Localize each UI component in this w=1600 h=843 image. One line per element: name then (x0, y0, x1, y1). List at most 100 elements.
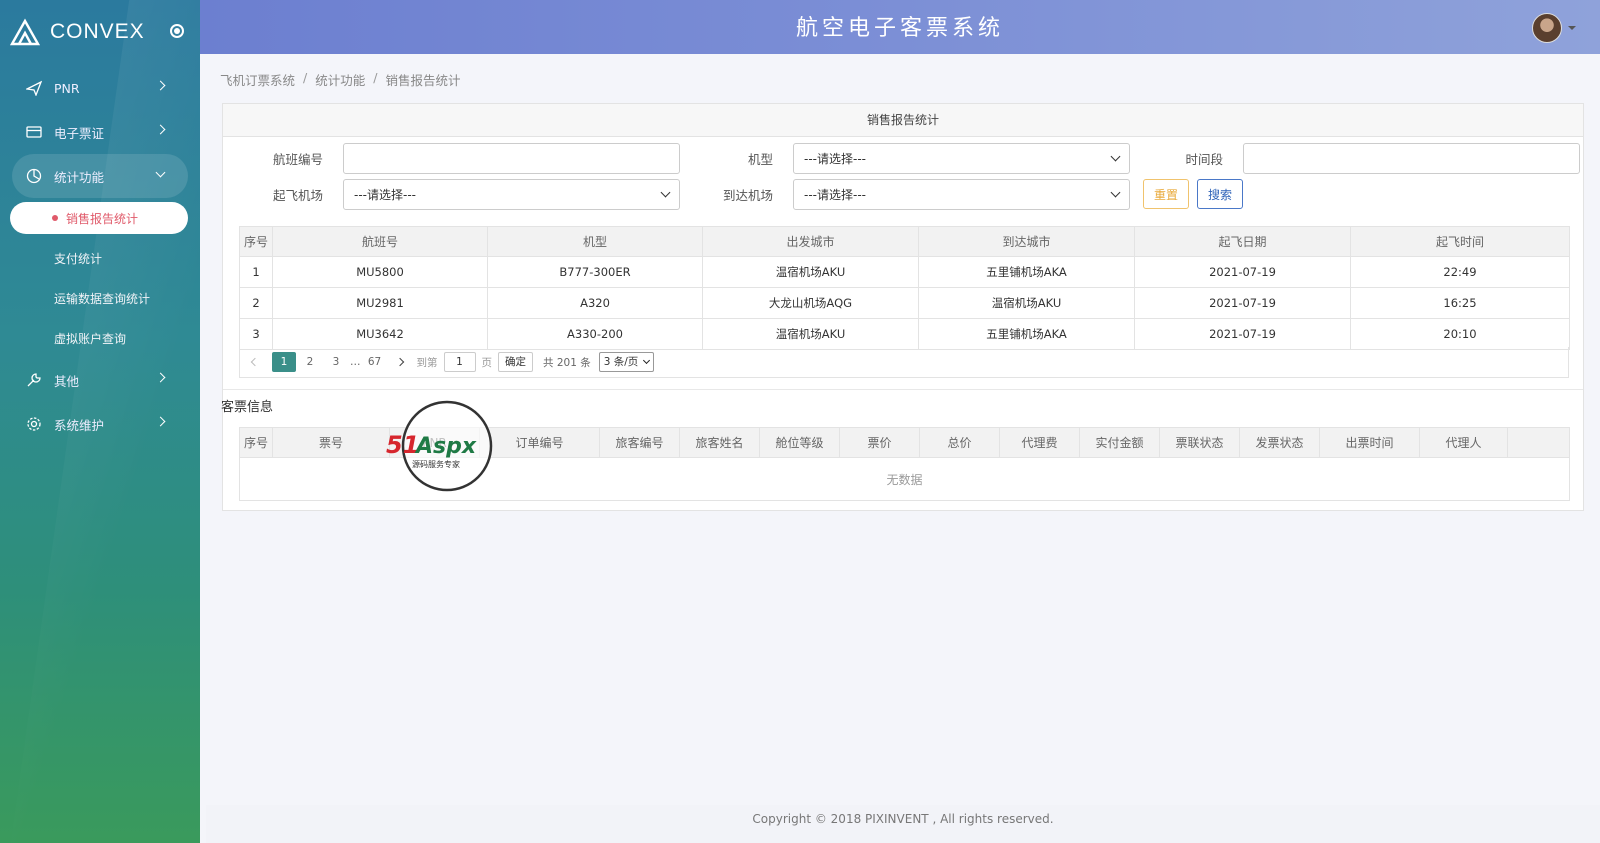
chevron-right-icon (155, 416, 166, 427)
page-size-value: 3 条/页 (603, 356, 639, 368)
column-header[interactable]: 代理费 (999, 427, 1080, 458)
table-row[interactable]: 2 MU2981 A320 大龙山机场AQG 温宿机场AKU 2021-07-1… (239, 287, 1570, 319)
flight-no-input[interactable] (343, 143, 680, 174)
page-button[interactable]: 3 (324, 352, 348, 372)
chevron-down-icon (1110, 151, 1121, 162)
sidebar-item-label: PNR (54, 80, 80, 96)
sidebar-item-label: 系统维护 (54, 417, 105, 433)
table-row[interactable]: 1 MU5800 B777-300ER 温宿机场AKU 五里铺机场AKA 202… (239, 256, 1570, 288)
table-cell: A320 (487, 287, 703, 319)
table-cell: 温宿机场AKU (702, 256, 919, 288)
column-header[interactable]: 舱位等级 (759, 427, 840, 458)
column-header[interactable]: 票价 (839, 427, 920, 458)
sidebar-subitem-transport-stats[interactable]: 运输数据查询统计 (0, 278, 200, 318)
goto-confirm-button[interactable]: 确定 (498, 352, 533, 372)
table-cell: 五里铺机场AKA (918, 256, 1135, 288)
watermark-logo: 51 Aspx 源码服务专家 (386, 400, 493, 492)
table-cell: A330-200 (487, 318, 703, 350)
ticket-section-title: 客票信息 (221, 400, 274, 415)
page-ellipsis[interactable]: … (350, 352, 361, 372)
column-header[interactable]: 起飞日期 (1134, 226, 1351, 257)
sidebar-item-other[interactable]: 其他 (0, 358, 200, 402)
sidebar-toggle-icon[interactable] (170, 24, 184, 38)
arrive-airport-select[interactable]: ---请选择--- (793, 179, 1130, 210)
goto-page-input[interactable]: 1 (443, 352, 476, 372)
total-count: 共 201 条 (543, 356, 591, 369)
chevron-right-icon (155, 372, 166, 383)
table-cell: MU3642 (272, 318, 488, 350)
sidebar-subitem-label: 虚拟账户查询 (54, 331, 127, 346)
section-divider (223, 389, 1583, 390)
chevron-left-icon[interactable] (250, 357, 260, 367)
page-button[interactable]: 67 (363, 352, 387, 372)
column-header[interactable]: 出发城市 (702, 226, 919, 257)
sidebar-subitem-label: 运输数据查询统计 (54, 291, 151, 306)
column-header[interactable]: 序号 (239, 226, 273, 257)
column-header[interactable]: 到达城市 (918, 226, 1135, 257)
column-header[interactable]: 旅客编号 (599, 427, 680, 458)
sidebar-subitem-payment-stats[interactable]: 支付统计 (0, 238, 200, 278)
column-header[interactable]: 起飞时间 (1350, 226, 1570, 257)
table-cell: 五里铺机场AKA (918, 318, 1135, 350)
column-header[interactable]: 机型 (487, 226, 703, 257)
arrive-airport-label: 到达机场 (722, 188, 773, 203)
column-header[interactable]: 航班号 (272, 226, 488, 257)
depart-airport-select-value: ---请选择--- (354, 188, 416, 202)
table-cell: MU2981 (272, 287, 488, 319)
reset-button[interactable]: 重置 (1143, 179, 1189, 209)
svg-text:源码服务专家: 源码服务专家 (412, 459, 460, 469)
card-icon (26, 124, 42, 140)
chevron-down-icon (155, 167, 166, 178)
caret-down-icon[interactable] (1568, 26, 1576, 30)
breadcrumb-item-current: 销售报告统计 (385, 73, 461, 88)
page-button[interactable]: 2 (298, 352, 322, 372)
column-header[interactable]: 旅客姓名 (679, 427, 760, 458)
flight-no-label: 航班编号 (272, 152, 323, 167)
depart-airport-select[interactable]: ---请选择--- (343, 179, 680, 210)
brand[interactable]: CONVEX (10, 14, 190, 50)
svg-text:Aspx: Aspx (414, 434, 477, 459)
table-cell: B777-300ER (487, 256, 703, 288)
column-header[interactable]: 票号 (272, 427, 390, 458)
column-header[interactable]: 序号 (239, 427, 273, 458)
page-size-select[interactable]: 3 条/页 (598, 352, 655, 372)
chevron-down-icon (660, 187, 671, 198)
goto-label: 到第 (416, 356, 438, 369)
chevron-down-icon (1110, 187, 1121, 198)
chevron-right-icon (155, 80, 166, 91)
chevron-right-icon[interactable] (395, 357, 404, 367)
table-cell: 温宿机场AKU (702, 318, 919, 350)
column-header[interactable]: 出票时间 (1319, 427, 1420, 458)
column-header[interactable]: 票联状态 (1159, 427, 1240, 458)
column-header[interactable]: 实付金额 (1079, 427, 1160, 458)
page-button[interactable]: 1 (272, 352, 296, 372)
table-cell: 2021-07-19 (1134, 287, 1351, 319)
table-row[interactable]: 3 MU3642 A330-200 温宿机场AKU 五里铺机场AKA 2021-… (239, 318, 1570, 350)
time-range-input[interactable] (1243, 143, 1580, 174)
table-header-row: 序号 航班号 机型 出发城市 到达城市 起飞日期 起飞时间 (239, 226, 1570, 257)
table-cell: 温宿机场AKU (918, 287, 1135, 319)
search-button[interactable]: 搜索 (1197, 179, 1243, 209)
breadcrumb-item[interactable]: 统计功能 (315, 70, 365, 89)
column-header[interactable]: 代理人 (1419, 427, 1508, 458)
sidebar-item-pnr[interactable]: PNR (0, 66, 200, 110)
table-cell: 2021-07-19 (1134, 256, 1351, 288)
chevron-down-icon (643, 356, 651, 365)
column-header[interactable]: 总价 (919, 427, 1000, 458)
page-unit-label: 页 (481, 356, 493, 369)
sidebar-subitem-label: 销售报告统计 (66, 211, 139, 226)
aircraft-select[interactable]: ---请选择--- (793, 143, 1130, 174)
sidebar-subitem-sales-report[interactable]: 销售报告统计 (10, 202, 188, 234)
sidebar-item-system[interactable]: 系统维护 (0, 402, 200, 446)
avatar[interactable] (1532, 13, 1562, 43)
flights-table: 序号 航班号 机型 出发城市 到达城市 起飞日期 起飞时间 1 MU5800 B… (239, 226, 1570, 350)
column-header[interactable]: 发票状态 (1239, 427, 1320, 458)
time-range-label: 时间段 (1185, 152, 1223, 167)
pagination: 1 2 3 … 67 到第 1 页 确定 共 201 条 3 条/页 (239, 347, 1569, 378)
sidebar-subitem-virtual-account[interactable]: 虚拟账户查询 (0, 318, 200, 358)
sidebar-item-stats[interactable]: 统计功能 (12, 154, 188, 198)
depart-airport-label: 起飞机场 (272, 188, 323, 203)
breadcrumb-item[interactable]: 飞机订票系统 (220, 70, 295, 89)
stats-icon (26, 168, 42, 184)
sidebar-item-eticket[interactable]: 电子票证 (0, 110, 200, 154)
